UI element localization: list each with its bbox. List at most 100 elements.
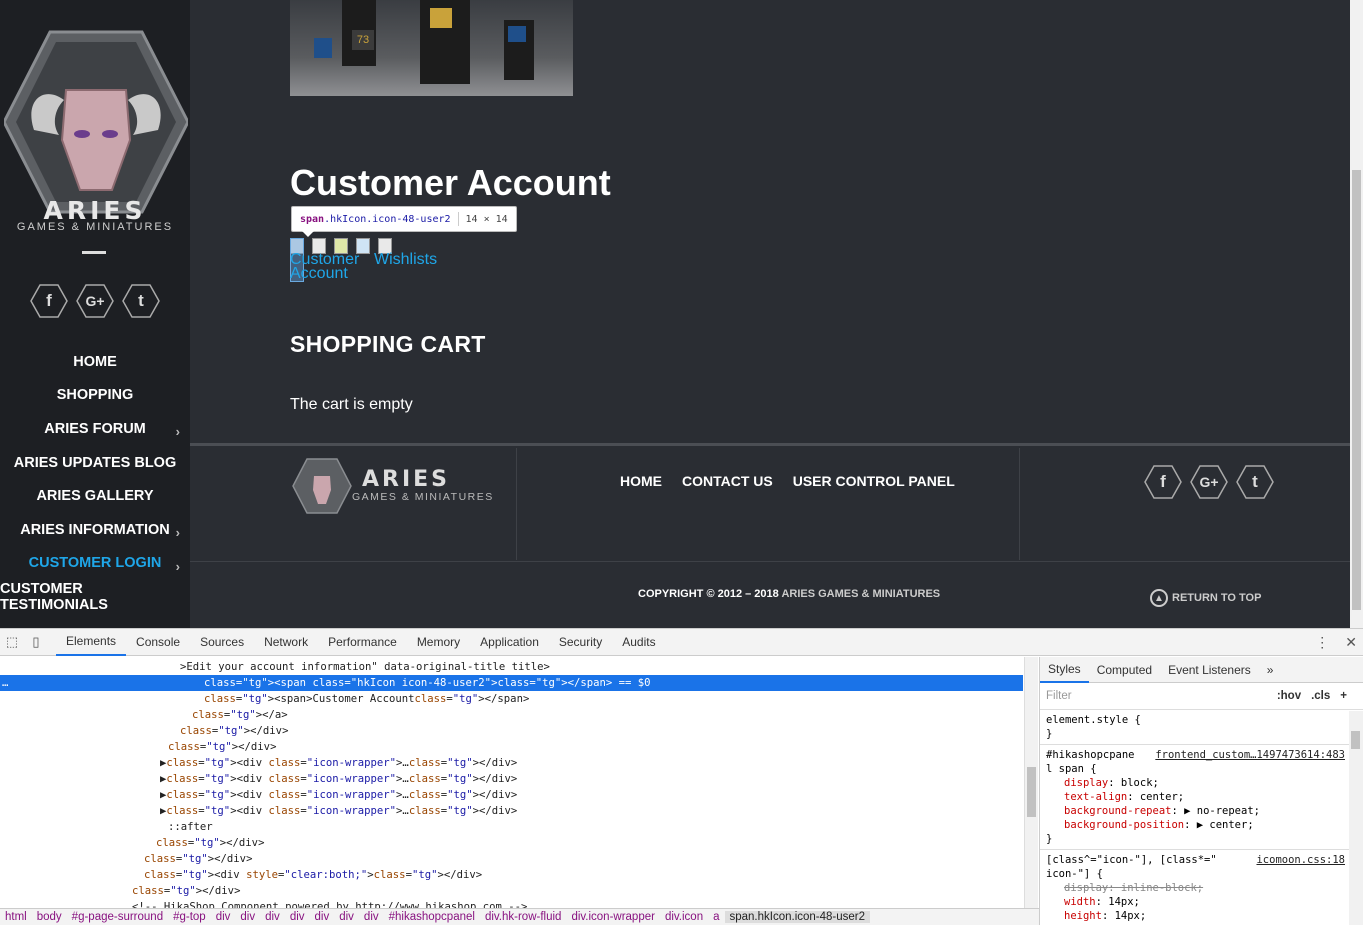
dom-node-selected[interactable]: … class="tg"><span class="hkIcon icon-48-… [0,675,1023,691]
breadcrumb-item[interactable]: div [211,911,236,923]
rule-source-link[interactable]: frontend_custom…1497473614:483 [1155,748,1345,762]
breadcrumb-item[interactable]: div [260,911,285,923]
tab-application[interactable]: Application [470,629,549,656]
footer-link-home[interactable]: HOME [620,473,662,489]
tab-elements[interactable]: Elements [56,629,127,656]
dom-scrollbar[interactable] [1024,657,1038,909]
dom-node[interactable]: >Edit your account information" data-ori… [180,659,550,675]
breadcrumb-item[interactable]: #g-top [168,911,211,923]
dom-node[interactable]: class="tg"></div> [144,851,252,867]
new-rule-button[interactable]: + [1340,690,1347,702]
facebook-icon[interactable]: f [1144,465,1182,499]
tab-sources[interactable]: Sources [190,629,254,656]
breadcrumb-item[interactable]: body [32,911,67,923]
dom-node[interactable]: class="tg"><div style="clear:both;">clas… [144,867,482,883]
footer-social-links: f G+ t [1144,465,1274,499]
tab-network[interactable]: Network [254,629,318,656]
breadcrumb-item[interactable]: #g-page-surround [67,911,168,923]
chevron-right-icon[interactable]: › [176,424,180,439]
breadcrumb-item[interactable]: #hikashopcpanel [384,911,480,923]
sidebar-item-shopping[interactable]: SHOPPING [0,379,190,413]
aries-logo-icon[interactable] [4,30,188,220]
rule-selector[interactable]: icon-"] { [1046,867,1357,881]
sidebar-item-aries-forum[interactable]: ARIES FORUM › [0,412,190,446]
dom-node[interactable]: ::after [168,819,213,835]
dom-node[interactable]: class="tg"><span>Customer Accountclass="… [204,691,529,707]
styles-filter[interactable]: Filter :hov .cls + [1040,683,1363,710]
rule-selector[interactable]: element.style { [1046,713,1357,727]
chevron-right-icon[interactable]: › [176,525,180,540]
sidebar-item-customer-login[interactable]: CUSTOMER LOGIN › [0,547,190,581]
css-property[interactable]: height: 14px; [1046,909,1357,923]
dom-node[interactable]: class="tg"></a> [192,707,288,723]
dom-node[interactable]: ▶class="tg"><div class="icon-wrapper">…c… [160,803,517,819]
rule-source-link[interactable]: icomoon.css:18 [1256,853,1345,867]
css-property[interactable]: text-align: center; [1046,790,1357,804]
customer-account-link-2[interactable]: Account [290,265,348,283]
css-property[interactable]: background-repeat: ▶ no-repeat; [1046,804,1357,818]
dom-node[interactable]: class="tg"></div> [156,835,264,851]
tab-performance[interactable]: Performance [318,629,407,656]
footer-link-contact[interactable]: CONTACT US [682,473,773,489]
devtools-panel: ⬚ ▯ Elements Console Sources Network Perform… [0,628,1363,925]
inspect-element-icon[interactable]: ⬚ [0,629,24,656]
banner-image: 73 [290,0,573,96]
css-property[interactable]: width: 14px; [1046,895,1357,909]
sidebar-item-aries-gallery[interactable]: ARIES GALLERY [0,479,190,513]
dom-node[interactable]: ▶class="tg"><div class="icon-wrapper">…c… [160,787,517,803]
class-toggle-button[interactable]: .cls [1311,690,1330,702]
breadcrumb-item[interactable]: div [235,911,260,923]
styles-scrollbar[interactable] [1349,711,1363,925]
sidebar-item-customer-testimonials[interactable]: CUSTOMER TESTIMONIALS [0,580,190,614]
tab-audits[interactable]: Audits [612,629,665,656]
breadcrumb-item[interactable]: a [708,911,724,923]
breadcrumb-item[interactable]: div [359,911,384,923]
breadcrumb-item[interactable]: div.icon-wrapper [566,911,660,923]
hover-state-button[interactable]: :hov [1277,690,1301,702]
css-property[interactable]: display: inline-block; [1046,881,1357,895]
chevron-right-icon[interactable]: › [176,559,180,574]
more-options-icon[interactable]: ⋮ [1315,634,1329,651]
copyright-brand[interactable]: ARIES GAMES & MINIATURES [781,588,940,600]
tab-console[interactable]: Console [126,629,190,656]
dom-node[interactable]: class="tg"></div> [180,723,288,739]
tumblr-icon[interactable]: t [122,284,160,318]
sidebar-item-aries-updates-blog[interactable]: ARIES UPDATES BLOG [0,446,190,480]
logo-subtitle: GAMES & MINIATURES [16,221,174,233]
footer-logo-icon[interactable] [292,458,352,514]
css-property[interactable]: display: block; [1046,776,1357,790]
footer-link-user-control-panel[interactable]: USER CONTROL PANEL [793,473,955,489]
breadcrumb-item[interactable]: html [0,911,32,923]
styles-tab--[interactable]: » [1259,657,1282,683]
dom-node[interactable]: ▶class="tg"><div class="icon-wrapper">…c… [160,771,517,787]
filter-input[interactable]: Filter [1046,690,1072,702]
sidebar-item-home[interactable]: HOME [0,345,190,379]
breadcrumb-item[interactable]: div [334,911,359,923]
styles-tab-computed[interactable]: Computed [1089,657,1160,683]
styles-tab-styles[interactable]: Styles [1040,657,1089,683]
breadcrumb-item[interactable]: div [310,911,335,923]
wishlists-link[interactable]: Wishlists [374,251,437,269]
google-plus-icon[interactable]: G+ [76,284,114,318]
return-to-top-button[interactable]: ▲ RETURN TO TOP [1150,589,1261,607]
dom-node[interactable]: class="tg"></div> [132,883,240,899]
sidebar-item-aries-information[interactable]: ARIES INFORMATION › [0,513,190,547]
google-plus-icon[interactable]: G+ [1190,465,1228,499]
page-scrollbar[interactable] [1350,0,1363,628]
close-icon[interactable]: ✕ [1345,634,1357,651]
breadcrumb-item[interactable]: div.hk-row-fluid [480,911,566,923]
breadcrumb-item[interactable]: div.icon [660,911,708,923]
tab-memory[interactable]: Memory [407,629,470,656]
dom-node[interactable]: class="tg"></div> [168,739,276,755]
styles-tab-event-listeners[interactable]: Event Listeners [1160,657,1259,683]
breadcrumb-item[interactable]: span.hkIcon.icon-48-user2 [724,911,871,923]
css-property[interactable]: background-position: ▶ center; [1046,818,1357,832]
rule-selector[interactable]: l span { [1046,762,1357,776]
dom-node[interactable]: ▶class="tg"><div class="icon-wrapper">…c… [160,755,517,771]
tab-security[interactable]: Security [549,629,612,656]
breadcrumb-item[interactable]: div [285,911,310,923]
device-toolbar-icon[interactable]: ▯ [24,629,48,656]
tumblr-icon[interactable]: t [1236,465,1274,499]
facebook-icon[interactable]: f [30,284,68,318]
devtools-inspect-tooltip: span .hkIcon.icon-48-user2 14 × 14 [291,206,517,237]
